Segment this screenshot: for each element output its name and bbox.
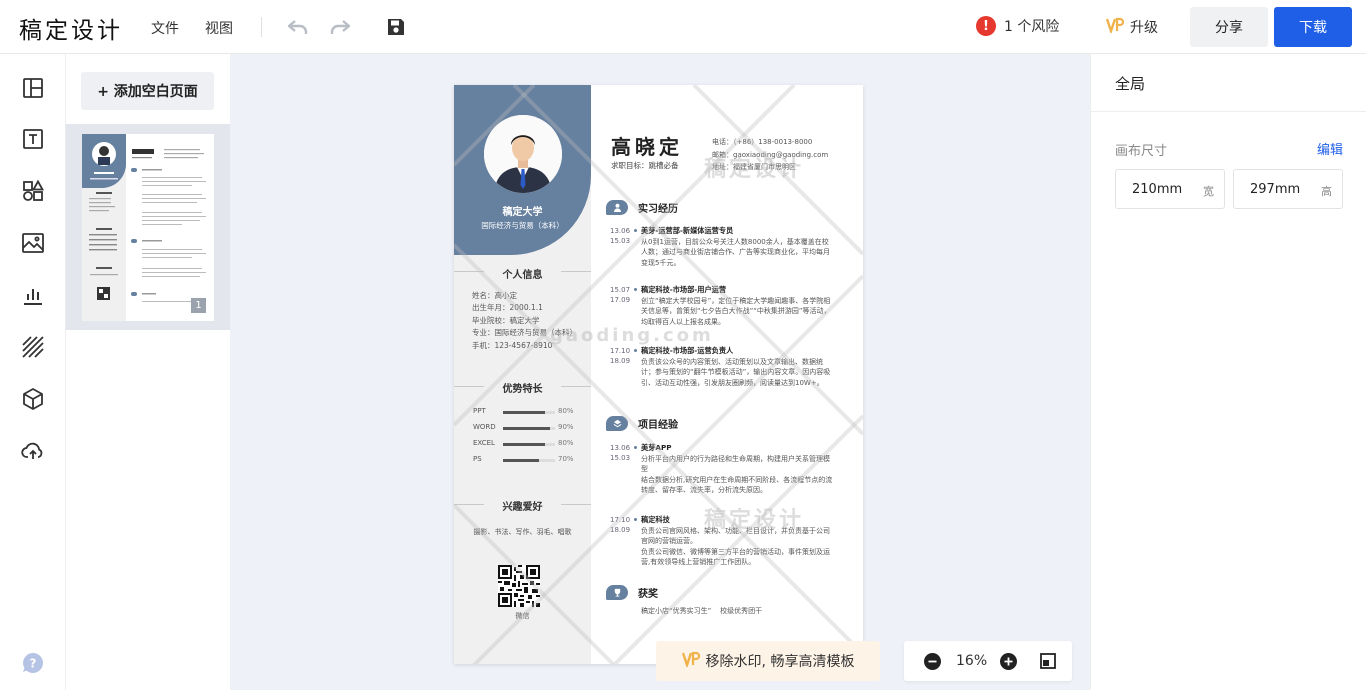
- elements-icon[interactable]: [21, 179, 45, 203]
- menu-file[interactable]: 文件: [151, 18, 179, 38]
- canvas-width-field[interactable]: 210mm 宽: [1115, 169, 1225, 209]
- save-icon[interactable]: [384, 15, 408, 39]
- remove-watermark-banner[interactable]: 移除水印, 畅享高清模板: [656, 641, 880, 681]
- vip-icon: [681, 651, 700, 671]
- edit-canvas-size-link[interactable]: 编辑: [1317, 139, 1343, 158]
- download-button[interactable]: 下载: [1274, 7, 1352, 47]
- risk-icon: !: [976, 16, 996, 36]
- remove-watermark-label: 移除水印, 畅享高清模板: [705, 654, 855, 670]
- canvas-height-value: 297mm: [1250, 182, 1301, 197]
- 3d-cube-icon[interactable]: [21, 387, 45, 411]
- image-icon[interactable]: [21, 231, 45, 255]
- help-icon[interactable]: ?: [21, 651, 45, 675]
- canvas-width-unit: 宽: [1203, 185, 1214, 198]
- upgrade-label: 升级: [1130, 20, 1158, 36]
- top-bar: 稿定设计 文件 视图 ! 1 个风险 升级 分享 下载: [0, 0, 1366, 54]
- text-icon[interactable]: [21, 127, 45, 151]
- chart-icon[interactable]: [21, 283, 45, 307]
- undo-icon[interactable]: [286, 15, 310, 39]
- share-button[interactable]: 分享: [1190, 7, 1268, 47]
- pages-panel: + 添加空白页面 1: [66, 54, 230, 690]
- page-thumbnail[interactable]: 1: [82, 134, 214, 321]
- canvas-width-value: 210mm: [1132, 182, 1183, 197]
- tool-rail: ?: [0, 54, 66, 690]
- zoom-out-icon[interactable]: [924, 653, 941, 674]
- toolbar-divider: [261, 17, 262, 37]
- add-blank-page-button[interactable]: + 添加空白页面: [81, 72, 214, 110]
- minimap-icon[interactable]: [1040, 653, 1056, 673]
- background-pattern-icon[interactable]: [21, 335, 45, 359]
- watermark-lattice: [454, 85, 863, 664]
- properties-panel: 全局 画布尺寸 编辑 210mm 宽 297mm 高: [1090, 54, 1366, 690]
- canvas-area: 稿定大学 国际经济与贸易（本科） 个人信息 姓名：高小定 出生年月：2000.1…: [230, 54, 1090, 690]
- canvas-height-field[interactable]: 297mm 高: [1233, 169, 1343, 209]
- page-thumbnail-selected[interactable]: 1: [66, 124, 230, 330]
- upload-icon[interactable]: [21, 439, 45, 463]
- resume-page[interactable]: 稿定大学 国际经济与贸易（本科） 个人信息 姓名：高小定 出生年月：2000.1…: [454, 85, 863, 664]
- panel-divider: [1091, 111, 1366, 112]
- redo-icon[interactable]: [328, 15, 352, 39]
- zoom-level: 16%: [956, 653, 988, 669]
- vip-icon: [1105, 17, 1125, 37]
- canvas-height-unit: 高: [1321, 185, 1332, 198]
- risk-label: 1 个风险: [1004, 19, 1060, 35]
- risk-indicator[interactable]: ! 1 个风险: [976, 16, 1059, 36]
- app-logo[interactable]: 稿定设计: [19, 11, 123, 45]
- upgrade-button[interactable]: 升级: [1105, 17, 1158, 37]
- panel-title: 全局: [1115, 75, 1146, 93]
- zoom-toolbar: 16%: [904, 641, 1072, 681]
- page-number-badge: 1: [191, 298, 206, 313]
- template-icon[interactable]: [21, 76, 45, 100]
- canvas-size-label: 画布尺寸: [1115, 144, 1168, 159]
- zoom-in-icon[interactable]: [1000, 653, 1017, 674]
- svg-text:?: ?: [30, 657, 37, 671]
- menu-view[interactable]: 视图: [205, 18, 233, 38]
